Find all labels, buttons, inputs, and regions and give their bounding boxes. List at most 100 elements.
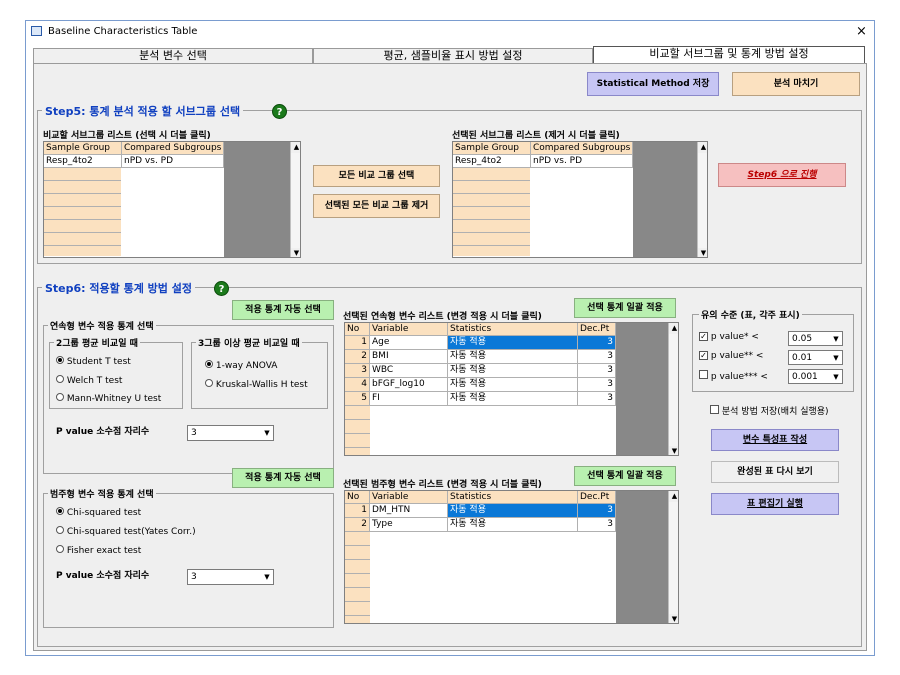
p-value-2-select[interactable]: 0.01 ▼ bbox=[788, 350, 843, 365]
table-cell[interactable]: nPD vs. PD bbox=[122, 155, 224, 168]
scrollbar[interactable]: ▲ ▼ bbox=[668, 491, 678, 623]
table-cell[interactable]: Resp_4to2 bbox=[44, 155, 122, 168]
table-cell[interactable]: 3 bbox=[578, 350, 616, 364]
table-cell[interactable]: 3 bbox=[578, 392, 616, 406]
checkbox-icon bbox=[699, 370, 708, 379]
table-cell[interactable]: Resp_4to2 bbox=[453, 155, 531, 168]
chevron-down-icon[interactable]: ▼ bbox=[830, 332, 842, 346]
table-cell[interactable]: bFGF_log10 bbox=[370, 378, 448, 392]
chevron-down-icon[interactable]: ▼ bbox=[830, 351, 842, 365]
continuous-variable-grid[interactable]: No Variable Statistics Dec.Pt 1 Age 자동 적… bbox=[344, 322, 679, 456]
tab-subgroup-stats[interactable]: 비교할 서브그룹 및 통계 방법 설정 bbox=[593, 46, 865, 63]
p-value-1-checkbox[interactable]: ✓ p value* < bbox=[699, 332, 759, 342]
scroll-up-icon[interactable]: ▲ bbox=[698, 142, 707, 153]
select-all-groups-button[interactable]: 모든 비교 그룹 선택 bbox=[313, 165, 440, 187]
table-cell[interactable]: 자동 적용 bbox=[448, 378, 578, 392]
table-cell[interactable]: 3 bbox=[578, 364, 616, 378]
table-cell[interactable]: 자동 적용 bbox=[448, 364, 578, 378]
fisher-exact-radio[interactable]: Fisher exact test bbox=[56, 545, 141, 556]
scroll-down-icon[interactable]: ▼ bbox=[698, 248, 707, 257]
table-cell[interactable]: 자동 적용 bbox=[448, 504, 578, 518]
table-row[interactable]: 4 bbox=[345, 378, 370, 392]
scrollbar[interactable]: ▲ ▼ bbox=[697, 142, 707, 257]
table-cell[interactable]: Type bbox=[370, 518, 448, 532]
table-cell[interactable]: Age bbox=[370, 336, 448, 350]
table-cell[interactable]: BMI bbox=[370, 350, 448, 364]
close-button[interactable]: × bbox=[856, 24, 867, 39]
table-cell[interactable]: 자동 적용 bbox=[448, 336, 578, 350]
tab-display-settings[interactable]: 평균, 샘플비율 표시 방법 설정 bbox=[313, 48, 593, 63]
save-batch-checkbox[interactable]: 분석 방법 저장(배치 실행용) bbox=[710, 404, 829, 417]
table-cell[interactable]: DM_HTN bbox=[370, 504, 448, 518]
scrollbar[interactable]: ▲ ▼ bbox=[668, 323, 678, 455]
table-row[interactable]: 2 bbox=[345, 518, 370, 532]
remove-all-groups-button[interactable]: 선택된 모든 비교 그룹 제거 bbox=[313, 194, 440, 218]
make-table-button[interactable]: 변수 특성표 작성 bbox=[711, 429, 839, 451]
cat-pvalue-digits-select[interactable]: 3 ▼ bbox=[187, 569, 274, 585]
p-value-3-select[interactable]: 0.001 ▼ bbox=[788, 369, 843, 384]
chi-squared-radio[interactable]: Chi-squared test bbox=[56, 507, 141, 518]
chevron-down-icon[interactable]: ▼ bbox=[261, 426, 273, 440]
chi-squared-yates-radio[interactable]: Chi-squared test(Yates Corr.) bbox=[56, 526, 196, 537]
table-cell[interactable]: 3 bbox=[578, 518, 616, 532]
radio-icon bbox=[56, 375, 64, 383]
student-t-radio[interactable]: Student T test bbox=[56, 356, 131, 367]
table-cell[interactable]: 3 bbox=[578, 378, 616, 392]
p-value-2-checkbox[interactable]: ✓ p value** < bbox=[699, 351, 763, 361]
finish-analysis-button[interactable]: 분석 마치기 bbox=[732, 72, 860, 96]
table-cell[interactable]: 3 bbox=[578, 336, 616, 350]
auto-select-categorical-button[interactable]: 적용 통계 자동 선택 bbox=[232, 468, 334, 488]
table-cell[interactable]: FI bbox=[370, 392, 448, 406]
scroll-up-icon[interactable]: ▲ bbox=[669, 491, 678, 502]
table-row[interactable]: 2 bbox=[345, 350, 370, 364]
p-value-1-select[interactable]: 0.05 ▼ bbox=[788, 331, 843, 346]
tab-variable-select[interactable]: 분석 변수 선택 bbox=[33, 48, 313, 63]
statistical-method-save-button[interactable]: Statistical Method 저장 bbox=[587, 72, 719, 96]
table-cell[interactable]: 3 bbox=[578, 504, 616, 518]
auto-select-continuous-button[interactable]: 적용 통계 자동 선택 bbox=[232, 300, 334, 320]
p-value-3-checkbox[interactable]: p value*** < bbox=[699, 370, 768, 382]
multi-group-title: 3그룹 이상 평균 비교일 때 bbox=[196, 336, 302, 349]
table-cell[interactable]: 자동 적용 bbox=[448, 518, 578, 532]
two-group-title: 2그룹 평균 비교일 때 bbox=[54, 336, 140, 349]
step6-help-icon[interactable]: ? bbox=[214, 281, 229, 296]
step5-help-icon[interactable]: ? bbox=[272, 104, 287, 119]
table-cell[interactable]: WBC bbox=[370, 364, 448, 378]
table-row[interactable]: 1 bbox=[345, 504, 370, 518]
scroll-down-icon[interactable]: ▼ bbox=[291, 248, 300, 257]
chevron-down-icon[interactable]: ▼ bbox=[261, 570, 273, 584]
apply-all-categorical-button[interactable]: 선택 통계 일괄 적용 bbox=[574, 466, 676, 486]
mann-whitney-radio[interactable]: Mann-Whitney U test bbox=[56, 393, 161, 404]
select-value: 0.01 bbox=[792, 353, 813, 363]
table-cell[interactable]: 자동 적용 bbox=[448, 350, 578, 364]
select-value: 3 bbox=[191, 572, 197, 582]
table-row[interactable]: 3 bbox=[345, 364, 370, 378]
categorical-variable-grid[interactable]: No Variable Statistics Dec.Pt 1 DM_HTN 자… bbox=[344, 490, 679, 624]
radio-icon bbox=[56, 507, 64, 515]
option-label: Kruskal-Wallis H test bbox=[215, 380, 308, 390]
scroll-down-icon[interactable]: ▼ bbox=[669, 446, 678, 455]
proceed-step6-button[interactable]: Step6 으로 진행 bbox=[718, 163, 846, 187]
kruskal-wallis-radio[interactable]: Kruskal-Wallis H test bbox=[205, 379, 308, 390]
cont-list-label: 선택된 연속형 변수 리스트 (변경 적용 시 더블 클릭) bbox=[343, 312, 542, 322]
column-header: Compared Subgroups bbox=[531, 142, 633, 155]
apply-all-continuous-button[interactable]: 선택 통계 일괄 적용 bbox=[574, 298, 676, 318]
step5-title: Step5: 통계 분석 적용 할 서브그룹 선택 bbox=[42, 103, 244, 119]
table-cell[interactable]: nPD vs. PD bbox=[531, 155, 633, 168]
anova-radio[interactable]: 1-way ANOVA bbox=[205, 360, 277, 371]
scroll-up-icon[interactable]: ▲ bbox=[669, 323, 678, 334]
scroll-up-icon[interactable]: ▲ bbox=[291, 142, 300, 153]
run-editor-button[interactable]: 표 편집기 실행 bbox=[711, 493, 839, 515]
view-table-again-button[interactable]: 완성된 표 다시 보기 bbox=[711, 461, 839, 483]
grid-empty-area bbox=[224, 142, 290, 257]
checkbox-icon: ✓ bbox=[699, 332, 708, 341]
scroll-down-icon[interactable]: ▼ bbox=[669, 614, 678, 623]
table-cell[interactable]: 자동 적용 bbox=[448, 392, 578, 406]
option-label: p value** < bbox=[710, 351, 764, 361]
table-row[interactable]: 5 bbox=[345, 392, 370, 406]
welch-t-radio[interactable]: Welch T test bbox=[56, 375, 122, 386]
scrollbar[interactable]: ▲ ▼ bbox=[290, 142, 300, 257]
chevron-down-icon[interactable]: ▼ bbox=[830, 370, 842, 384]
table-row[interactable]: 1 bbox=[345, 336, 370, 350]
cont-pvalue-digits-select[interactable]: 3 ▼ bbox=[187, 425, 274, 441]
